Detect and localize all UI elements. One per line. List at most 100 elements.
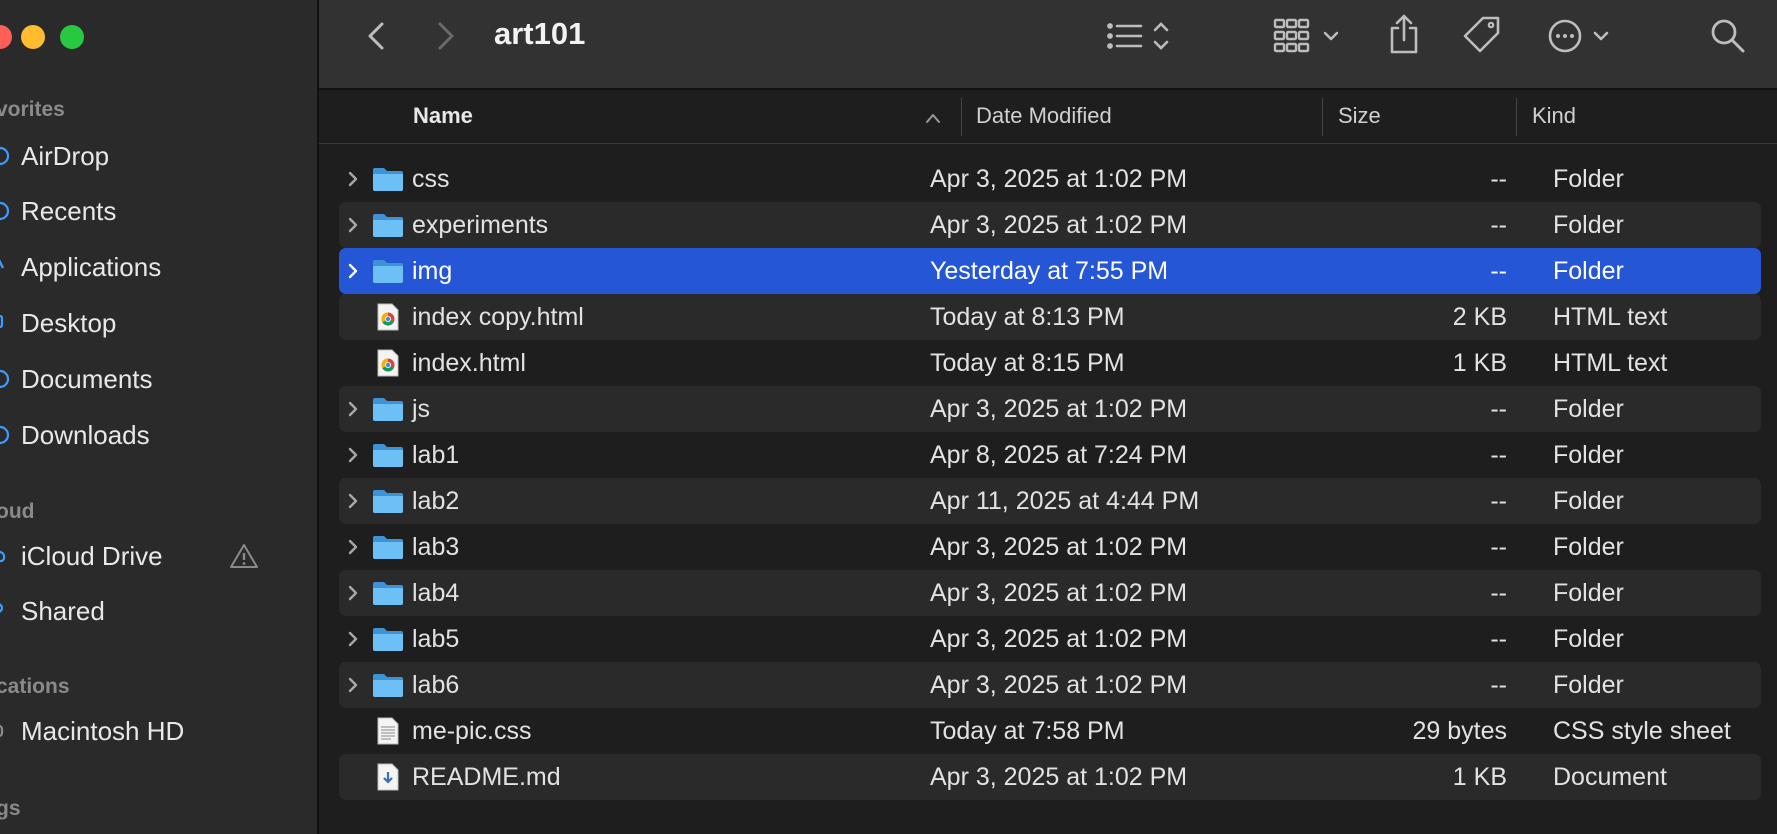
sidebar-item-desktop[interactable]: Desktop xyxy=(0,303,294,343)
desktop-icon xyxy=(0,312,20,334)
folder-icon xyxy=(372,386,404,432)
disclosure-chevron-icon[interactable] xyxy=(343,662,363,708)
file-list: Name Date Modified Size Kind css Apr 3, 2… xyxy=(319,90,1777,834)
disclosure-chevron-icon[interactable] xyxy=(343,248,363,294)
file-kind: Folder xyxy=(1553,532,1624,561)
chrome-html-file-icon xyxy=(372,340,404,386)
close-window-button[interactable] xyxy=(0,25,12,49)
table-row[interactable]: lab1 Apr 8, 2025 at 7:24 PM -- Folder xyxy=(339,432,1761,478)
folder-icon xyxy=(372,478,404,524)
markdown-file-icon xyxy=(372,754,404,800)
folder-icon xyxy=(372,662,404,708)
file-kind: Folder xyxy=(1553,486,1624,515)
table-row[interactable]: experiments Apr 3, 2025 at 1:02 PM -- Folde… xyxy=(339,202,1761,248)
table-row[interactable]: lab2 Apr 11, 2025 at 4:44 PM -- Folder xyxy=(339,478,1761,524)
file-size: 29 bytes xyxy=(1412,716,1507,745)
sidebar-item-label: Recents xyxy=(21,195,117,226)
minimize-window-button[interactable] xyxy=(21,25,45,49)
folder-icon xyxy=(372,616,404,662)
sidebar-section-icloud: oud xyxy=(0,500,35,523)
file-name: lab6 xyxy=(412,670,460,699)
table-row[interactable]: lab5 Apr 3, 2025 at 1:02 PM -- Folder xyxy=(339,616,1761,662)
back-button[interactable] xyxy=(359,18,393,54)
table-row[interactable]: js Apr 3, 2025 at 1:02 PM -- Folder xyxy=(339,386,1761,432)
toolbar: art101 xyxy=(319,0,1777,90)
sidebar-item-macintosh-hd[interactable]: Macintosh HD xyxy=(0,711,294,751)
grid-icon xyxy=(1273,18,1339,53)
cloud-icon xyxy=(0,545,20,567)
table-row[interactable]: README.md Apr 3, 2025 at 1:02 PM 1 KB Docum… xyxy=(339,754,1761,800)
more-icon xyxy=(1548,19,1609,53)
column-header-size[interactable]: Size xyxy=(1338,103,1381,129)
sidebar-item-applications[interactable]: Applications xyxy=(0,247,294,287)
column-header-kind[interactable]: Kind xyxy=(1532,103,1576,129)
sidebar-item-label: Desktop xyxy=(21,307,117,338)
sidebar-item-documents[interactable]: Documents xyxy=(0,359,294,399)
zoom-window-button[interactable] xyxy=(60,25,84,49)
tags-button[interactable] xyxy=(1461,14,1503,56)
clock-icon xyxy=(0,200,20,222)
group-button[interactable] xyxy=(1273,16,1351,56)
file-size: 2 KB xyxy=(1452,302,1507,331)
column-divider[interactable] xyxy=(1516,98,1517,136)
sidebar-item-airdrop[interactable]: AirDrop xyxy=(0,136,294,176)
disclosure-chevron-icon[interactable] xyxy=(343,202,363,248)
file-name: index.html xyxy=(412,348,526,377)
disclosure-chevron-icon[interactable] xyxy=(343,616,363,662)
warning-icon[interactable] xyxy=(229,542,259,577)
table-row[interactable]: lab3 Apr 3, 2025 at 1:02 PM -- Folder xyxy=(339,524,1761,570)
file-date-modified: Today at 8:15 PM xyxy=(930,348,1125,377)
folder-icon xyxy=(372,248,404,294)
table-row[interactable]: me-pic.css Today at 7:58 PM 29 bytes CSS st… xyxy=(339,708,1761,754)
applications-icon xyxy=(0,256,20,278)
action-menu-button[interactable] xyxy=(1547,16,1621,56)
file-size: -- xyxy=(1490,164,1507,193)
folder-icon xyxy=(372,202,404,248)
airdrop-icon xyxy=(0,145,20,167)
file-kind: Folder xyxy=(1553,440,1624,469)
sidebar-item-icloud-drive[interactable]: iCloud Drive xyxy=(0,536,294,576)
table-row[interactable]: lab4 Apr 3, 2025 at 1:02 PM -- Folder xyxy=(339,570,1761,616)
file-kind: Folder xyxy=(1553,394,1624,423)
chevron-right-icon xyxy=(438,22,454,50)
disclosure-chevron-icon[interactable] xyxy=(343,570,363,616)
sidebar-item-recents[interactable]: Recents xyxy=(0,191,294,231)
search-icon xyxy=(1711,19,1745,53)
column-divider[interactable] xyxy=(961,98,962,136)
table-row[interactable]: index.html Today at 8:15 PM 1 KB HTML text xyxy=(339,340,1761,386)
folder-icon xyxy=(372,570,404,616)
column-header-name[interactable]: Name xyxy=(413,103,473,129)
file-size: -- xyxy=(1490,624,1507,653)
table-row-selected[interactable]: img Yesterday at 7:55 PM -- Folder xyxy=(339,248,1761,294)
disclosure-chevron-icon[interactable] xyxy=(343,478,363,524)
disclosure-chevron-icon[interactable] xyxy=(343,156,363,202)
disclosure-chevron-icon[interactable] xyxy=(343,524,363,570)
share-button[interactable] xyxy=(1386,12,1422,56)
file-date-modified: Apr 3, 2025 at 1:02 PM xyxy=(930,532,1188,561)
file-name: index copy.html xyxy=(412,302,584,331)
file-date-modified: Apr 3, 2025 at 1:02 PM xyxy=(930,624,1188,653)
disclosure-chevron-icon[interactable] xyxy=(343,386,363,432)
sidebar-item-shared[interactable]: Shared xyxy=(0,591,294,631)
file-size: -- xyxy=(1490,670,1507,699)
forward-button[interactable] xyxy=(429,18,463,54)
disclosure-chevron-icon[interactable] xyxy=(343,432,363,478)
search-button[interactable] xyxy=(1708,16,1748,56)
table-row[interactable]: css Apr 3, 2025 at 1:02 PM -- Folder xyxy=(339,156,1761,202)
file-name: css xyxy=(412,164,450,193)
sidebar-item-label: iCloud Drive xyxy=(21,540,163,571)
table-row[interactable]: index copy.html Today at 8:13 PM 2 KB HTML … xyxy=(339,294,1761,340)
sidebar-item-label: Documents xyxy=(21,363,153,394)
sidebar-item-downloads[interactable]: Downloads xyxy=(0,415,294,455)
file-kind: Folder xyxy=(1553,624,1624,653)
sidebar-section-favorites: vorites xyxy=(0,98,65,121)
sidebar-item-label: Applications xyxy=(21,251,162,282)
file-rows: css Apr 3, 2025 at 1:02 PM -- Folder experim… xyxy=(339,156,1761,800)
column-divider[interactable] xyxy=(1322,98,1323,136)
view-options-button[interactable] xyxy=(1105,18,1185,54)
file-size: -- xyxy=(1490,578,1507,607)
column-header-date-modified[interactable]: Date Modified xyxy=(976,103,1112,129)
sidebar-item-label: Macintosh HD xyxy=(21,715,185,746)
shared-folder-icon xyxy=(0,600,20,622)
table-row[interactable]: lab6 Apr 3, 2025 at 1:02 PM -- Folder xyxy=(339,662,1761,708)
